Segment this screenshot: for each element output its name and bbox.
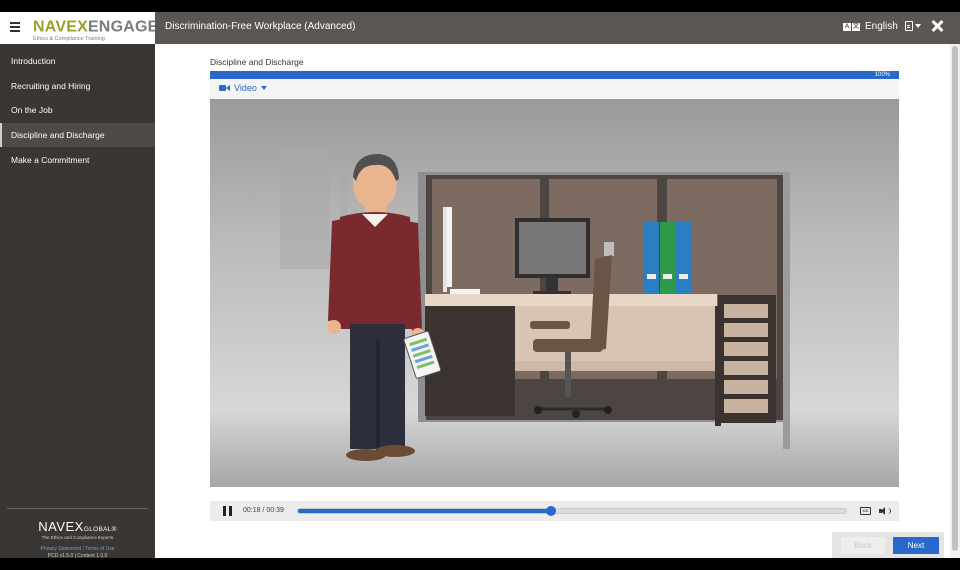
scrollbar-thumb[interactable] <box>952 46 958 551</box>
sidebar-item-recruiting-and-hiring[interactable]: Recruiting and Hiring <box>0 74 155 99</box>
app-window: NAVEXENGAGE® Ethics & Compliance Trainin… <box>0 12 960 559</box>
seek-bar[interactable] <box>297 506 847 516</box>
footer-logo-small: GLOBAL <box>83 526 112 533</box>
sidebar-item-discipline-and-discharge[interactable]: Discipline and Discharge <box>0 122 155 148</box>
video-camera-icon <box>219 85 226 91</box>
navex-engage-logo: NAVEXENGAGE® Ethics & Compliance Trainin… <box>33 16 164 43</box>
hamburger-icon[interactable] <box>10 22 20 32</box>
sidebar-item-make-a-commitment[interactable]: Make a Commitment <box>0 147 155 172</box>
navigation-buttons: Back Next <box>832 532 944 558</box>
language-icon-a: A <box>843 22 851 31</box>
closed-captions-icon[interactable]: CC <box>860 507 871 515</box>
scrollbar[interactable] <box>950 44 960 558</box>
sidebar-nav: Introduction Recruiting and Hiring On th… <box>0 49 155 172</box>
version-text: PCD v1.5.0 | Content 1.0.0 <box>47 553 108 559</box>
video-frame-illustration <box>210 99 899 487</box>
seek-thumb[interactable] <box>545 506 556 516</box>
sidebar: NAVEXENGAGE® Ethics & Compliance Trainin… <box>0 12 164 559</box>
logo-navex: NAVEX <box>33 18 88 36</box>
language-icon-b: 文 <box>852 22 860 31</box>
next-button[interactable]: Next <box>893 537 939 554</box>
logo-engage: ENGAGE <box>87 18 159 36</box>
seek-bar-played <box>298 509 551 513</box>
navex-global-logo: NAVEXGLOBAL® <box>7 519 148 534</box>
volume-icon[interactable] <box>879 506 891 516</box>
document-menu-button[interactable] <box>905 21 921 31</box>
document-icon <box>905 21 913 31</box>
pause-icon[interactable] <box>223 506 232 516</box>
video-time: 00:18 / 00:39 <box>243 507 284 514</box>
progress-bar: 100% <box>210 71 899 79</box>
video-controls: 00:18 / 00:39 CC <box>210 501 899 521</box>
chevron-down-icon <box>260 86 267 90</box>
footer-links: Privacy Statement | Terms of Use <box>7 546 148 552</box>
footer-logo-main: NAVEX <box>38 519 84 534</box>
progress-label: 100% <box>874 72 890 78</box>
close-icon[interactable] <box>931 20 943 32</box>
sidebar-item-introduction[interactable]: Introduction <box>0 49 155 74</box>
footer-link-separator: | <box>82 546 84 552</box>
sidebar-item-on-the-job[interactable]: On the Job <box>0 98 155 123</box>
chevron-down-icon <box>915 24 921 28</box>
section-title: Discipline and Discharge <box>210 57 304 67</box>
video-tab[interactable]: Video <box>219 83 267 93</box>
sidebar-footer: NAVEXGLOBAL® The Ethics and Compliance E… <box>7 508 148 559</box>
header-bar: Discrimination-Free Workplace (Advanced)… <box>155 12 960 44</box>
privacy-statement-link[interactable]: Privacy Statement <box>40 546 81 552</box>
terms-of-use-link[interactable]: Terms of Use <box>85 546 114 552</box>
footer-logo-registered: ® <box>111 526 117 533</box>
closed-captions-label: CC <box>862 508 869 513</box>
media-tab-bar: Video <box>210 79 899 99</box>
logo-tagline: Ethics & Compliance Training <box>33 36 105 43</box>
footer-tagline: The Ethics and Compliance Experts <box>41 535 114 540</box>
video-tab-label: Video <box>234 83 257 93</box>
language-selector[interactable]: A 文 English <box>843 21 898 32</box>
language-label: English <box>865 21 898 32</box>
course-title: Discrimination-Free Workplace (Advanced) <box>165 21 356 32</box>
brand-bar: NAVEXENGAGE® Ethics & Compliance Trainin… <box>0 12 164 44</box>
language-icon: A 文 <box>843 22 860 31</box>
back-button[interactable]: Back <box>841 537 885 554</box>
video-player[interactable] <box>210 99 899 487</box>
